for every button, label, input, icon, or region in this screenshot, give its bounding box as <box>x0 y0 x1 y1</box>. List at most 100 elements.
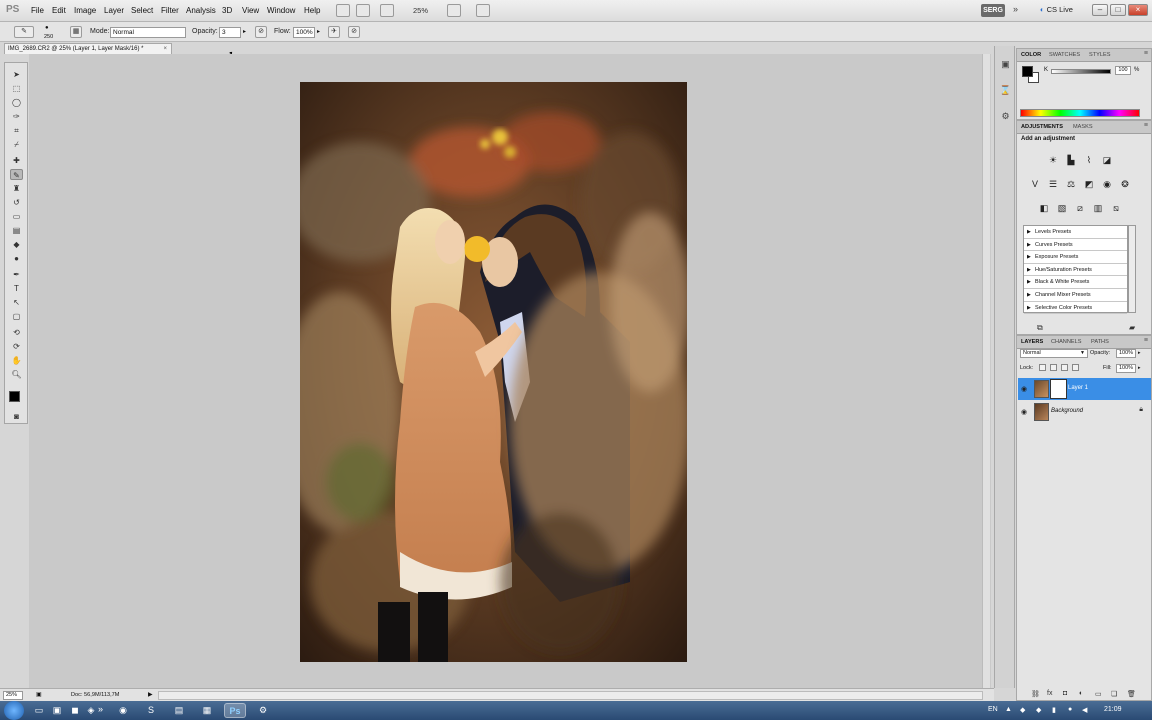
fill-input[interactable]: 100% <box>1116 364 1136 373</box>
preset-levels[interactable]: ▶ Levels Presets <box>1024 226 1127 239</box>
delete-layer-icon[interactable]: 🗑︎ <box>1127 690 1136 698</box>
threshold-icon[interactable]: ⧄ <box>1073 202 1087 215</box>
menu-layer[interactable]: Layer <box>104 6 124 15</box>
lasso-tool-icon[interactable]: ◯ <box>10 97 23 108</box>
panel-menu-icon[interactable]: ≡ <box>1144 337 1148 344</box>
bridge-icon[interactable] <box>336 4 350 17</box>
zoom-level[interactable]: 25% <box>413 6 428 15</box>
menu-file[interactable]: File <box>31 6 44 15</box>
start-button[interactable] <box>4 701 24 720</box>
new-group-icon[interactable]: ▭ <box>1095 690 1102 698</box>
gradient-tool-icon[interactable]: ▤ <box>10 225 23 236</box>
history-brush-tool-icon[interactable]: ↺ <box>10 197 23 208</box>
navigator-icon[interactable]: ▣ <box>999 58 1012 70</box>
arrange-documents-icon[interactable] <box>380 4 394 17</box>
channel-mixer-icon[interactable]: ❂ <box>1118 178 1132 191</box>
k-slider[interactable] <box>1051 69 1111 74</box>
menu-image[interactable]: Image <box>74 6 96 15</box>
layer-style-icon[interactable]: fx <box>1047 690 1052 697</box>
opacity-input[interactable]: 3 <box>219 27 241 38</box>
color-balance-icon[interactable]: ⚖ <box>1064 178 1078 191</box>
hue-saturation-icon[interactable]: ☰ <box>1046 178 1060 191</box>
chevron-right-icon[interactable]: » <box>1013 4 1018 14</box>
panel-menu-icon[interactable]: ≡ <box>1144 50 1148 57</box>
levels-icon[interactable]: ▙ <box>1064 154 1078 167</box>
preset-black-white[interactable]: ▶ Black & White Presets <box>1024 276 1127 289</box>
preset-channel-mixer[interactable]: ▶ Channel Mixer Presets <box>1024 289 1127 302</box>
volume-icon[interactable]: ◀ <box>1082 706 1087 714</box>
visibility-eye-icon[interactable]: ◉ <box>1021 385 1027 393</box>
black-white-icon[interactable]: ◩ <box>1082 178 1096 191</box>
firefox-icon[interactable]: ◉ <box>112 703 134 718</box>
menu-select[interactable]: Select <box>131 6 153 15</box>
exposure-icon[interactable]: ◪ <box>1100 154 1114 167</box>
quick-selection-tool-icon[interactable]: ✑ <box>10 111 23 122</box>
tab-adjustments[interactable]: ADJUSTMENTS <box>1021 124 1063 130</box>
selective-color-icon[interactable]: ⧅ <box>1109 202 1123 215</box>
photoshop-taskbar-icon[interactable]: Ps <box>224 703 246 718</box>
language-indicator[interactable]: EN <box>988 706 998 713</box>
return-to-list-icon[interactable]: ▰ <box>1129 323 1135 332</box>
flow-input[interactable]: 100% <box>293 27 315 38</box>
layer-name[interactable]: Background <box>1051 408 1083 414</box>
lock-pixels-icon[interactable] <box>1050 364 1057 371</box>
k-value-input[interactable]: 100 <box>1115 66 1131 75</box>
opacity-dropdown-icon[interactable]: ▸ <box>1138 350 1141 356</box>
brush-panel-icon[interactable]: ▦ <box>70 26 82 38</box>
horizontal-scrollbar[interactable] <box>158 691 983 700</box>
zoom-tool-icon[interactable]: 🔍︎ <box>10 369 23 380</box>
tray-app-icon[interactable]: ● <box>1068 706 1072 713</box>
blur-tool-icon[interactable]: ◆ <box>10 239 23 250</box>
menu-help[interactable]: Help <box>304 6 320 15</box>
close-button[interactable]: × <box>1128 4 1148 16</box>
color-spectrum-bar[interactable] <box>1020 109 1140 117</box>
workspace-switcher[interactable]: SERG <box>981 4 1005 17</box>
pressure-opacity-icon[interactable]: ⊘ <box>255 26 267 38</box>
explorer-icon[interactable]: ▤ <box>168 703 190 718</box>
lock-position-icon[interactable] <box>1061 364 1068 371</box>
hand-tool-icon[interactable]: ✋ <box>10 355 23 366</box>
menu-window[interactable]: Window <box>267 6 295 15</box>
vibrance-icon[interactable]: V <box>1028 178 1042 191</box>
brush-tool-preset-icon[interactable]: ✎ <box>14 26 34 38</box>
pen-tool-icon[interactable]: ✒ <box>10 269 23 280</box>
shape-tool-icon[interactable]: ▢ <box>10 311 23 322</box>
cs-live-button[interactable]: ◐ CS Live <box>1040 5 1073 14</box>
status-menu-arrow-icon[interactable]: ▶ <box>148 691 153 698</box>
healing-brush-tool-icon[interactable]: ✚ <box>10 155 23 166</box>
invert-icon[interactable]: ◧ <box>1037 202 1051 215</box>
tab-channels[interactable]: CHANNELS <box>1051 339 1081 345</box>
layer-row-layer-1[interactable]: ◉ Layer 1 <box>1018 378 1151 400</box>
maximize-button[interactable]: □ <box>1110 4 1126 16</box>
zoom-input[interactable]: 25% <box>3 691 23 700</box>
tab-swatches[interactable]: SWATCHES <box>1049 52 1080 58</box>
tray-app-icon[interactable]: ◆ <box>1036 706 1041 714</box>
photo-filter-icon[interactable]: ◉ <box>1100 178 1114 191</box>
menu-analysis[interactable]: Analysis <box>186 6 216 15</box>
tab-masks[interactable]: MASKS <box>1073 124 1093 130</box>
mini-bridge-icon[interactable] <box>356 4 370 17</box>
minimize-button[interactable]: – <box>1092 4 1108 16</box>
airbrush-icon[interactable]: ✈ <box>328 26 340 38</box>
link-layers-icon[interactable]: ⛓ <box>1031 690 1040 698</box>
brush-tool-icon[interactable]: ✎ <box>10 169 23 180</box>
tray-expand-icon[interactable]: ▲ <box>1005 706 1012 713</box>
quick-mask-icon[interactable]: ◙ <box>10 411 23 422</box>
app-icon[interactable]: ⚙ <box>252 703 274 718</box>
brush-size-icon[interactable]: ● <box>45 25 49 31</box>
clock[interactable]: 21:09 <box>1104 706 1122 713</box>
network-icon[interactable]: ▮ <box>1052 706 1056 714</box>
actions-icon[interactable]: ⚙ <box>999 110 1012 122</box>
type-tool-icon[interactable]: T <box>10 283 23 294</box>
tray-app-icon[interactable]: ◆ <box>1020 706 1025 714</box>
layer-thumbnail[interactable] <box>1034 403 1049 421</box>
tab-layers[interactable]: LAYERS <box>1021 339 1043 345</box>
curves-icon[interactable]: ⌇ <box>1082 154 1096 167</box>
tab-color[interactable]: COLOR <box>1021 52 1041 58</box>
marquee-tool-icon[interactable]: ⬚ <box>10 83 23 94</box>
preset-exposure[interactable]: ▶ Exposure Presets <box>1024 251 1127 264</box>
flow-dropdown-icon[interactable]: ▸ <box>317 28 320 35</box>
document-tab[interactable]: IMG_2689.CR2 @ 25% (Layer 1, Layer Mask/… <box>4 43 172 54</box>
status-options-icon[interactable]: ▣ <box>36 691 42 698</box>
menu-view[interactable]: View <box>242 6 259 15</box>
